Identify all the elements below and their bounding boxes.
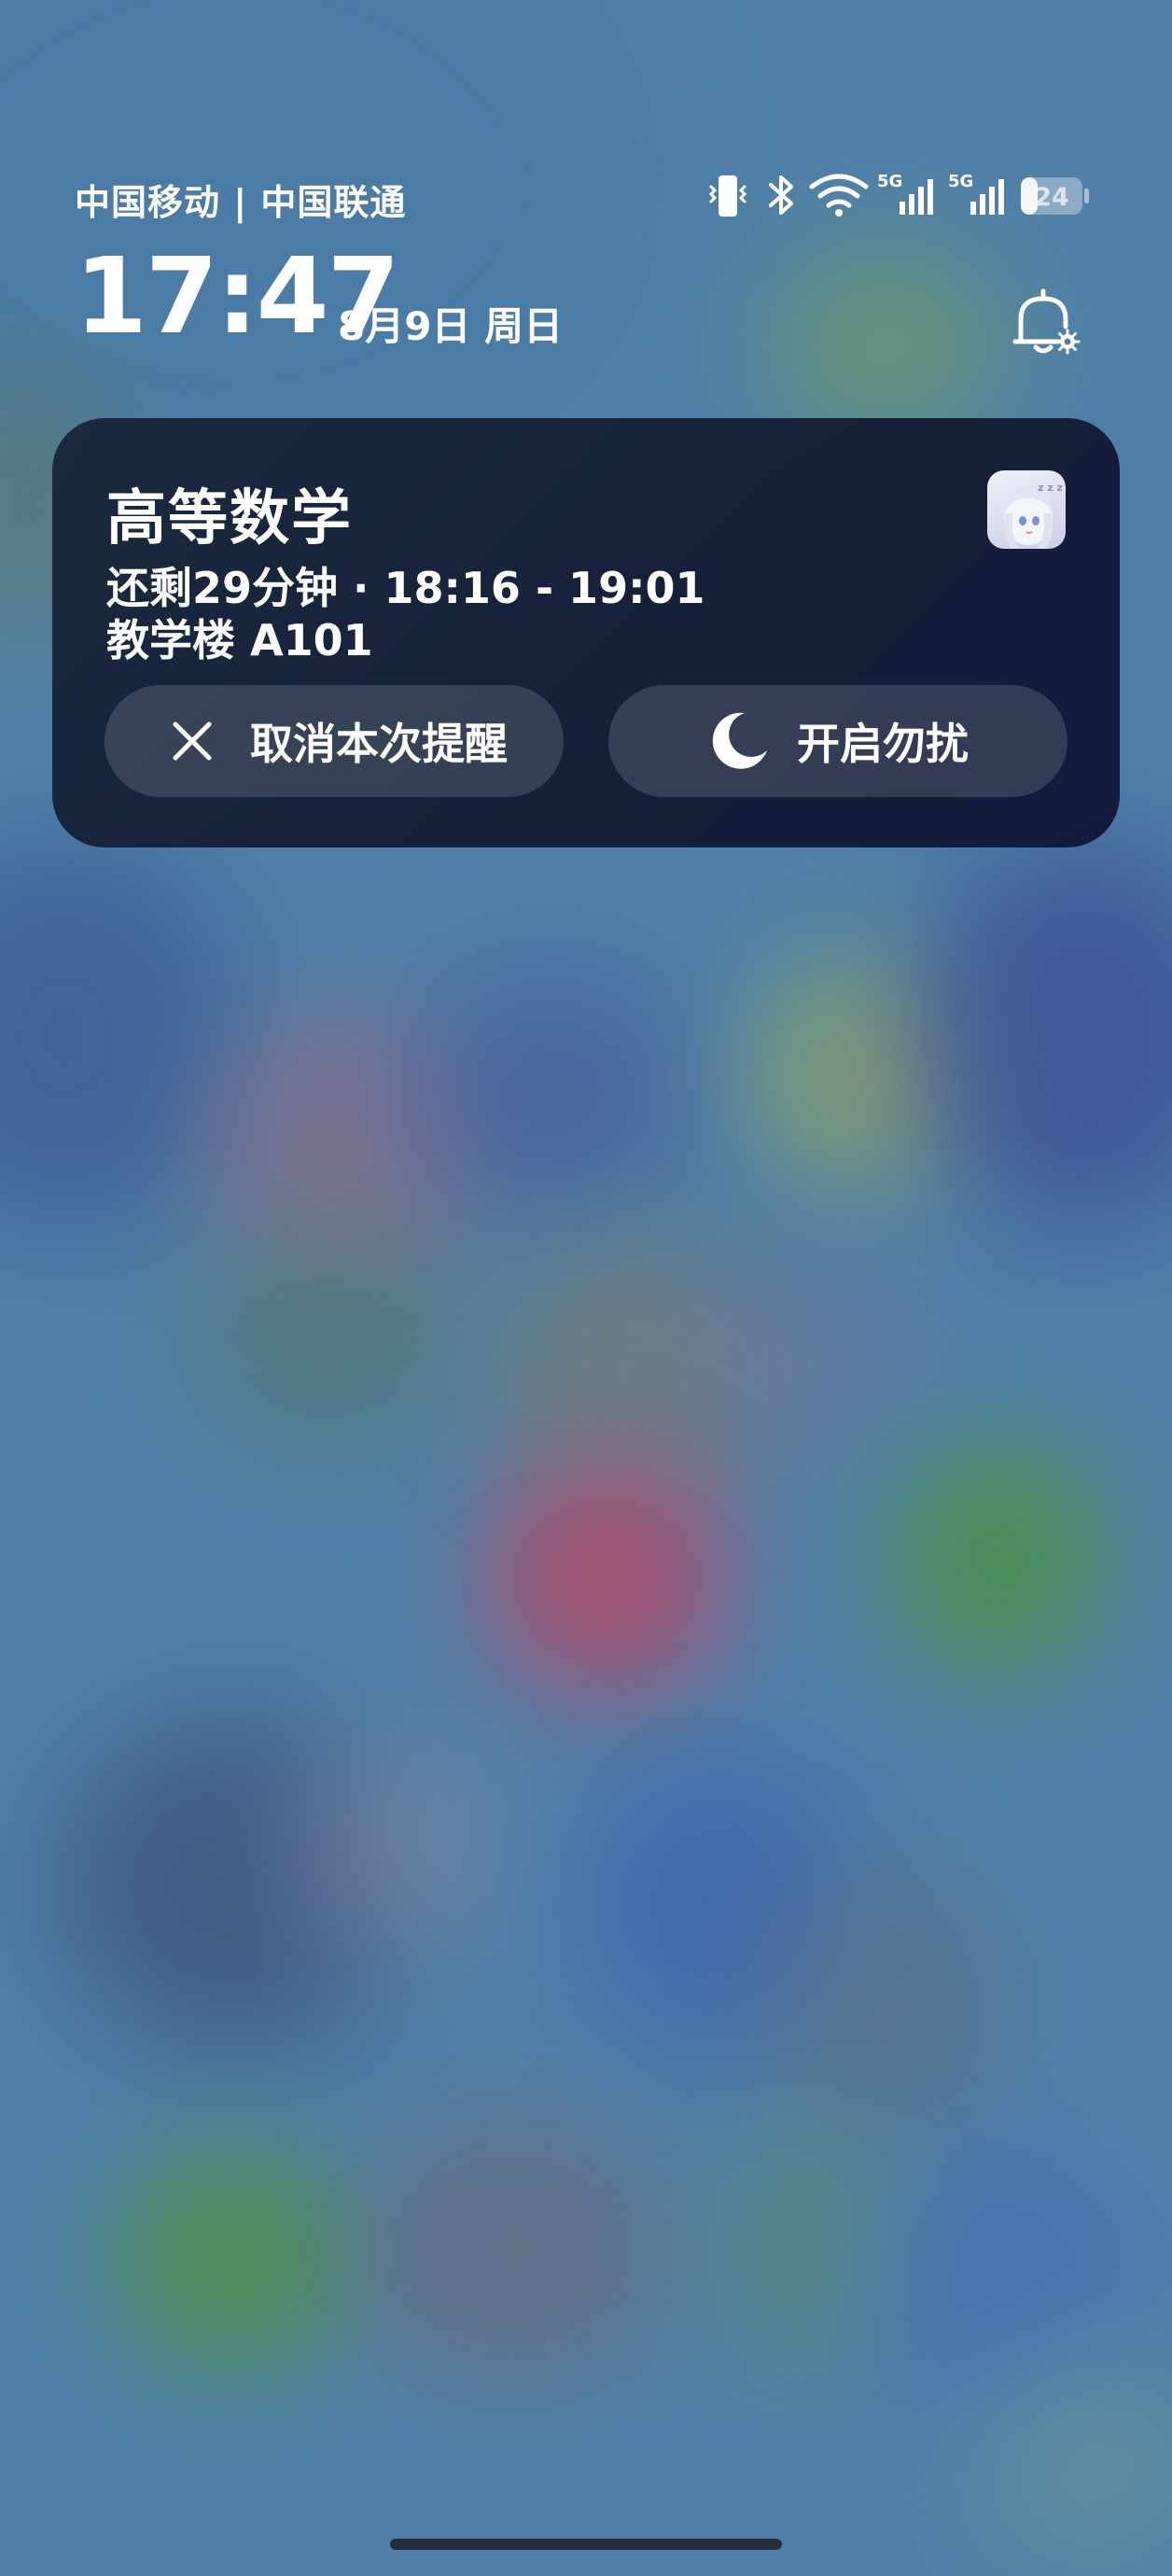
cancel-reminder-label: 取消本次提醒 xyxy=(250,719,508,769)
wifi-icon xyxy=(808,170,870,222)
app-icon: z z z xyxy=(987,470,1066,549)
vibrate-icon xyxy=(705,170,750,222)
svg-text:5G: 5G xyxy=(877,172,902,191)
lockscreen-date: 8月9日 周日 xyxy=(338,303,564,349)
close-icon xyxy=(160,709,224,773)
notification-settings-icon[interactable] xyxy=(1006,282,1084,360)
cancel-reminder-button[interactable]: 取消本次提醒 xyxy=(105,685,564,797)
battery-icon: 24 xyxy=(1019,170,1092,222)
moon-icon xyxy=(707,709,771,773)
bluetooth-icon xyxy=(765,170,799,222)
enable-dnd-label: 开启勿扰 xyxy=(797,719,969,769)
enable-dnd-button[interactable]: 开启勿扰 xyxy=(608,685,1067,797)
home-indicator[interactable] xyxy=(390,2539,782,2550)
signal-5g-icon: 5G xyxy=(948,170,1008,222)
wallpaper xyxy=(0,0,1172,2576)
notification-location: 教学楼 A101 xyxy=(106,615,373,665)
signal-5g-icon: 5G xyxy=(877,170,937,222)
notification-title: 高等数学 xyxy=(106,484,353,553)
status-icons: 5G 5G 24 xyxy=(705,170,1097,222)
class-reminder-notification[interactable]: 高等数学 还剩29分钟 · 18:16 - 19:01 教学楼 A101 z z… xyxy=(52,418,1120,847)
svg-text:z z z: z z z xyxy=(1038,482,1063,494)
carrier-label: 中国移动 | 中国联通 xyxy=(75,182,407,223)
svg-text:24: 24 xyxy=(1034,183,1069,212)
svg-text:5G: 5G xyxy=(948,172,973,191)
status-bar: 中国移动 | 中国联通 5G 5G 24 xyxy=(0,0,1172,243)
